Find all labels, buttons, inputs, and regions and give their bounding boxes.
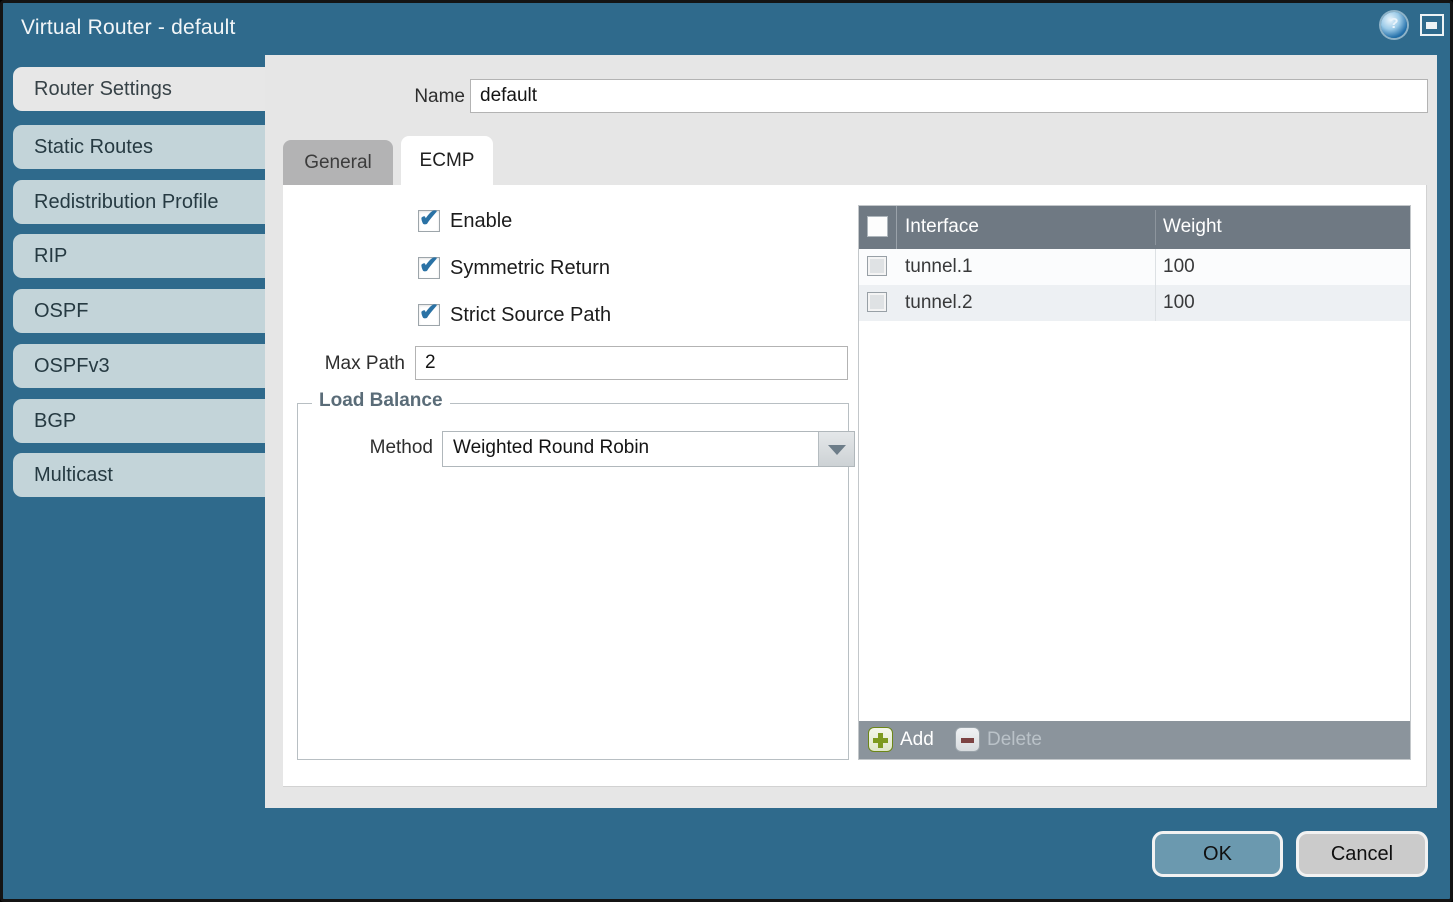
dialog-title: Virtual Router - default [21,16,236,40]
name-input[interactable] [470,79,1428,113]
ecmp-panel: ✔ Enable ✔ Symmetric Return ✔ Strict Sou… [283,185,1427,787]
interface-cell: tunnel.2 [905,292,973,314]
check-icon: ✔ [419,251,439,280]
table-row[interactable]: tunnel.1 100 [859,249,1410,285]
help-icon[interactable]: ? [1381,12,1407,38]
method-dropdown[interactable]: Weighted Round Robin [442,431,855,467]
interface-table: Interface Weight tunnel.1 100 tunnel.2 1… [858,205,1411,760]
symmetric-return-checkbox[interactable]: ✔ [418,257,440,279]
load-balance-group: Load Balance Method Weighted Round Robin [297,403,849,760]
sidebar-item-rip[interactable]: RIP [13,234,265,278]
content-area: Name General ECMP ✔ Enable ✔ Symmetric R… [265,55,1437,808]
symmetric-return-label: Symmetric Return [450,257,610,280]
minus-icon [955,727,980,752]
ok-button[interactable]: OK [1152,831,1283,877]
enable-label: Enable [450,210,512,233]
check-icon: ✔ [419,204,439,233]
sidebar-item-router-settings[interactable]: Router Settings [13,67,265,111]
method-label: Method [338,437,433,459]
table-row[interactable]: tunnel.2 100 [859,285,1410,321]
sidebar-item-redistribution-profile[interactable]: Redistribution Profile [13,180,265,224]
interface-cell: tunnel.1 [905,256,973,278]
titlebar: Virtual Router - default ? [3,3,1450,55]
row-checkbox[interactable] [867,292,887,312]
tab-general[interactable]: General [283,140,393,185]
name-label: Name [360,86,465,108]
weight-cell: 100 [1163,256,1195,278]
sidebar-item-bgp[interactable]: BGP [13,399,265,443]
add-button[interactable]: Add [868,727,948,753]
load-balance-legend: Load Balance [312,390,450,412]
sidebar: Router Settings Static Routes Redistribu… [3,55,265,899]
restore-icon[interactable] [1420,14,1444,36]
sidebar-item-static-routes[interactable]: Static Routes [13,125,265,169]
sidebar-item-multicast[interactable]: Multicast [13,453,265,497]
cancel-button[interactable]: Cancel [1296,831,1428,877]
sidebar-item-ospf[interactable]: OSPF [13,289,265,333]
weight-cell: 100 [1163,292,1195,314]
sidebar-item-ospfv3[interactable]: OSPFv3 [13,344,265,388]
table-header: Interface Weight [859,206,1410,249]
plus-icon [868,727,893,752]
strict-source-path-label: Strict Source Path [450,304,611,327]
method-value: Weighted Round Robin [453,437,649,459]
max-path-input[interactable] [415,346,848,380]
table-footer: Add Delete [859,721,1410,759]
delete-button: Delete [955,727,1045,753]
enable-checkbox[interactable]: ✔ [418,210,440,232]
row-checkbox[interactable] [867,256,887,276]
chevron-down-icon[interactable] [818,432,854,466]
column-header-interface[interactable]: Interface [905,216,979,238]
check-icon: ✔ [419,298,439,327]
select-all-checkbox[interactable] [867,216,888,237]
virtual-router-dialog: Virtual Router - default ? Router Settin… [0,0,1453,902]
tab-ecmp[interactable]: ECMP [401,136,493,185]
column-header-weight[interactable]: Weight [1163,216,1222,238]
strict-source-path-checkbox[interactable]: ✔ [418,304,440,326]
max-path-label: Max Path [293,353,405,375]
